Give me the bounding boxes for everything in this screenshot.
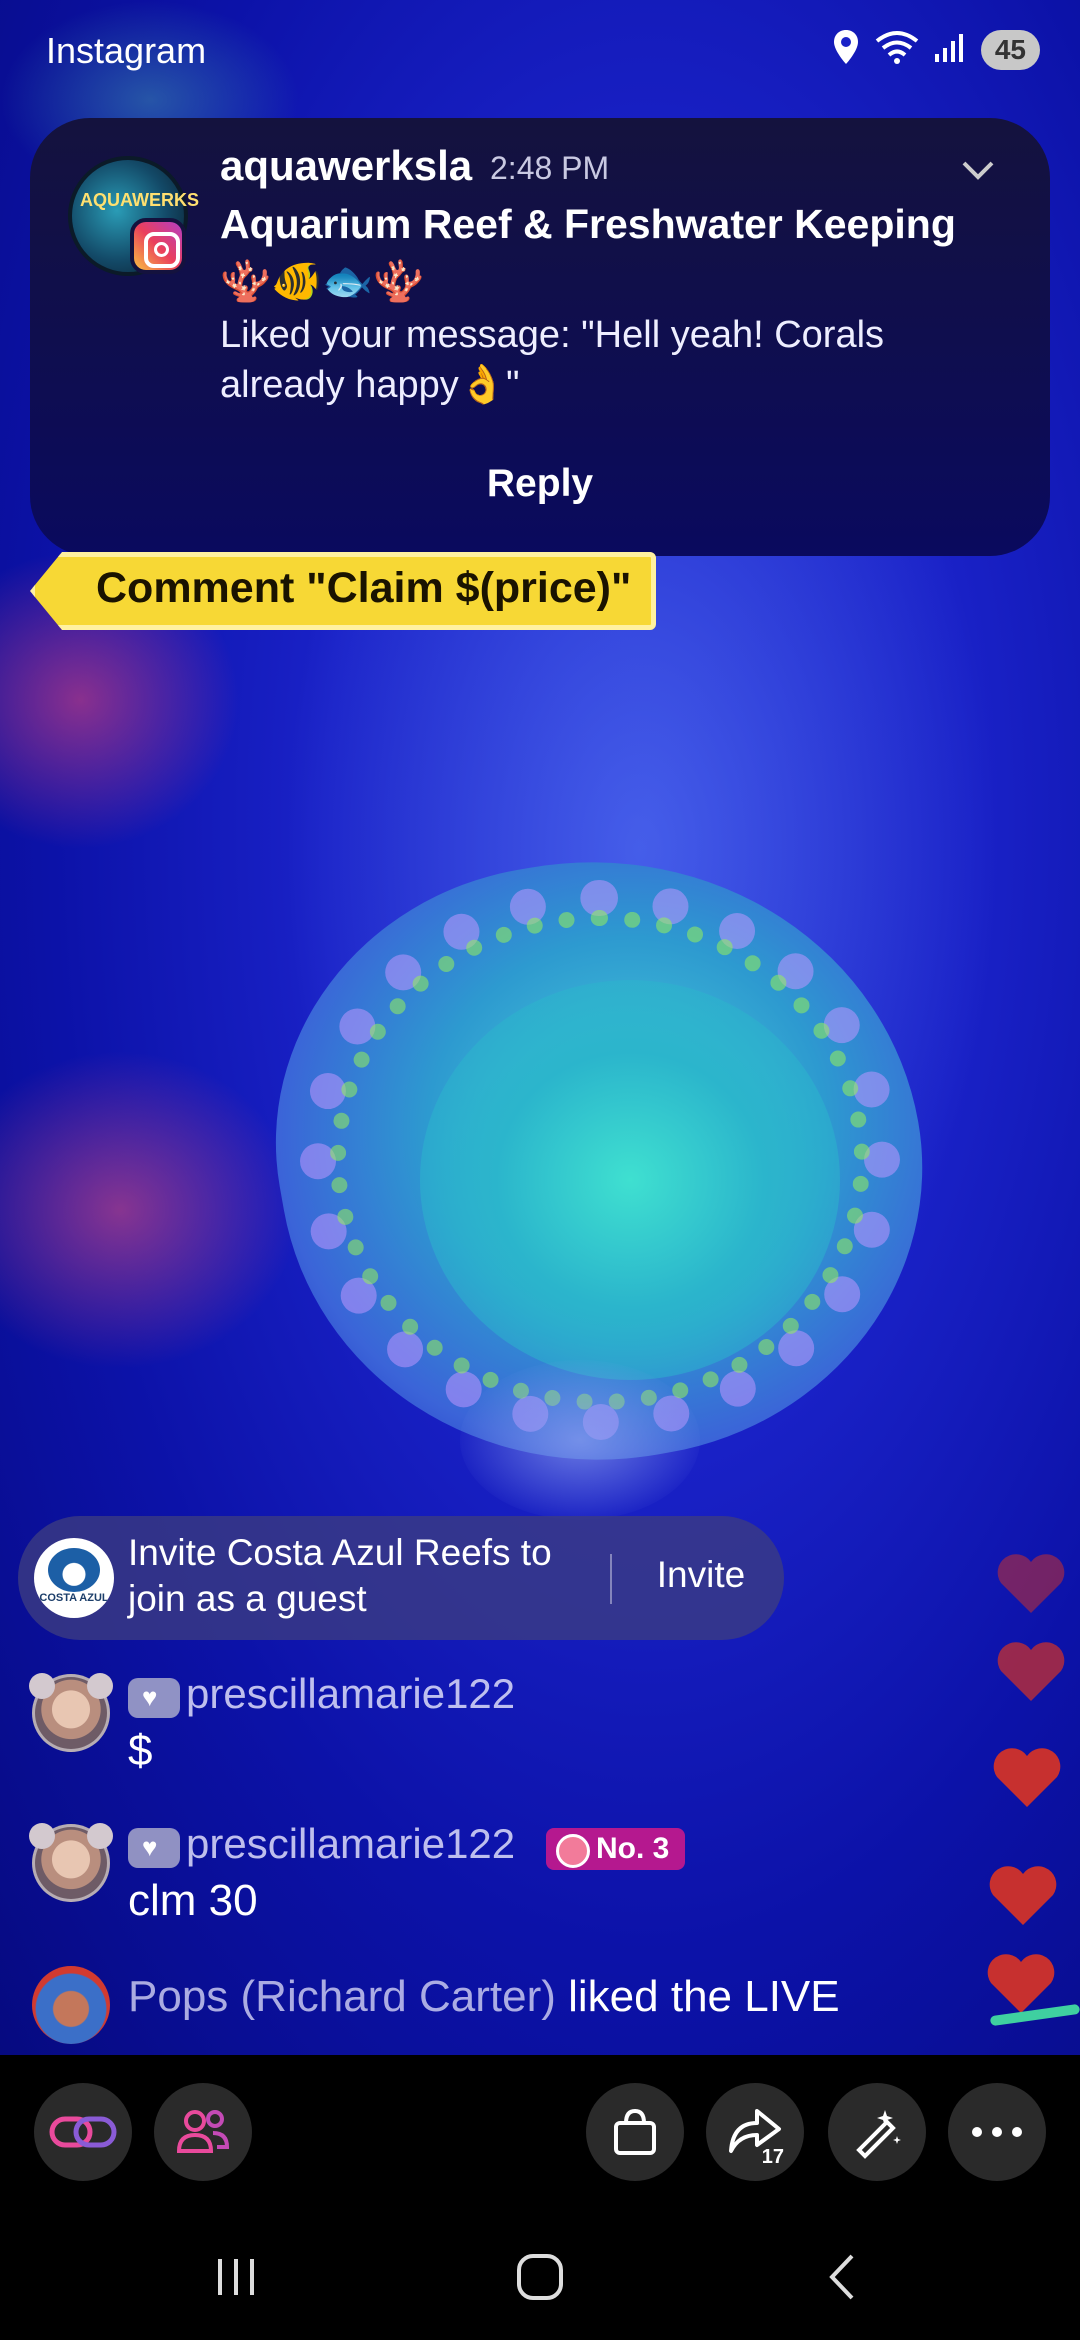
- home-icon[interactable]: [510, 2247, 570, 2307]
- wifi-icon: [875, 29, 919, 70]
- share-count: 17: [761, 2146, 784, 2168]
- rank-badge: No. 3: [546, 1828, 686, 1870]
- message-notification[interactable]: AQUAWERKS aquawerksla 2:48 PM Aquarium R…: [30, 118, 1050, 556]
- status-icons: 45: [831, 28, 1040, 71]
- comment-username[interactable]: prescillamarie122: [186, 1820, 515, 1868]
- status-bar: Instagram 45: [0, 0, 1080, 104]
- heart-icon: [986, 1862, 1060, 1928]
- instagram-icon: [130, 218, 186, 274]
- shopping-bag-icon[interactable]: [586, 2083, 684, 2181]
- recent-apps-icon[interactable]: [206, 2247, 266, 2307]
- activity-text: Pops (Richard Carter) liked the LIVE: [128, 1972, 840, 2022]
- fan-badge-icon: [128, 1828, 180, 1868]
- share-icon[interactable]: 17: [706, 2083, 804, 2181]
- video-blob: [0, 1050, 300, 1370]
- people-icon[interactable]: [154, 2083, 252, 2181]
- sender-avatar-logo: AQUAWERKS: [80, 190, 200, 210]
- invite-button[interactable]: Invite: [618, 1554, 784, 1596]
- system-nav-bar: [0, 2205, 1080, 2340]
- avatar[interactable]: [29, 1673, 113, 1752]
- back-icon[interactable]: [812, 2247, 872, 2307]
- notification-username: aquawerksla: [220, 142, 473, 189]
- guest-avatar-logo: COSTA AZUL: [39, 1592, 109, 1604]
- heart-icon: [994, 1638, 1068, 1704]
- claim-tag[interactable]: Comment "Claim $(price)": [30, 552, 656, 630]
- comment-message: clm 30: [128, 1876, 258, 1925]
- fan-badge-icon: [128, 1678, 180, 1718]
- chevron-down-icon[interactable]: [958, 150, 998, 190]
- reply-button[interactable]: Reply: [30, 462, 1050, 506]
- avatar[interactable]: [29, 1823, 113, 1902]
- heart-icon: [990, 1744, 1064, 1810]
- activity-user-name[interactable]: Pops (Richard Carter): [128, 1972, 556, 2021]
- coral-image: [460, 1360, 700, 1520]
- heart-icon: [994, 1550, 1068, 1616]
- activity-action: liked the LIVE: [555, 1972, 840, 2021]
- invite-guest-banner[interactable]: COSTA AZUL Invite Costa Azul Reefs to jo…: [18, 1516, 784, 1640]
- wave-logo: [48, 1548, 100, 1592]
- notification-group-title: Aquarium Reef & Freshwater Keeping 🪸🐠🐟🪸: [220, 201, 956, 304]
- signal-icon: [933, 30, 967, 69]
- avatar[interactable]: [32, 1966, 110, 2044]
- guest-avatar: COSTA AZUL: [34, 1538, 114, 1618]
- status-app-name: Instagram: [46, 30, 207, 71]
- comment-message: $: [128, 1726, 153, 1775]
- comment-username[interactable]: prescillamarie122: [186, 1670, 515, 1718]
- heart-icon: [984, 1950, 1058, 2016]
- live-toolbar: 17: [0, 2055, 1080, 2205]
- battery-icon: 45: [980, 29, 1040, 70]
- claim-tag-label: Comment "Claim $(price)": [96, 564, 632, 612]
- more-icon[interactable]: [948, 2083, 1046, 2181]
- magic-wand-icon[interactable]: [828, 2083, 926, 2181]
- notification-body: Liked your message: "Hell yeah! Corals a…: [220, 314, 885, 406]
- location-icon: [831, 28, 861, 71]
- link-icon[interactable]: [34, 2083, 132, 2181]
- notification-time: 2:48 PM: [490, 150, 610, 186]
- invite-text: Invite Costa Azul Reefs to join as a gue…: [128, 1532, 552, 1619]
- divider: [610, 1554, 612, 1604]
- coral-image: [420, 980, 840, 1380]
